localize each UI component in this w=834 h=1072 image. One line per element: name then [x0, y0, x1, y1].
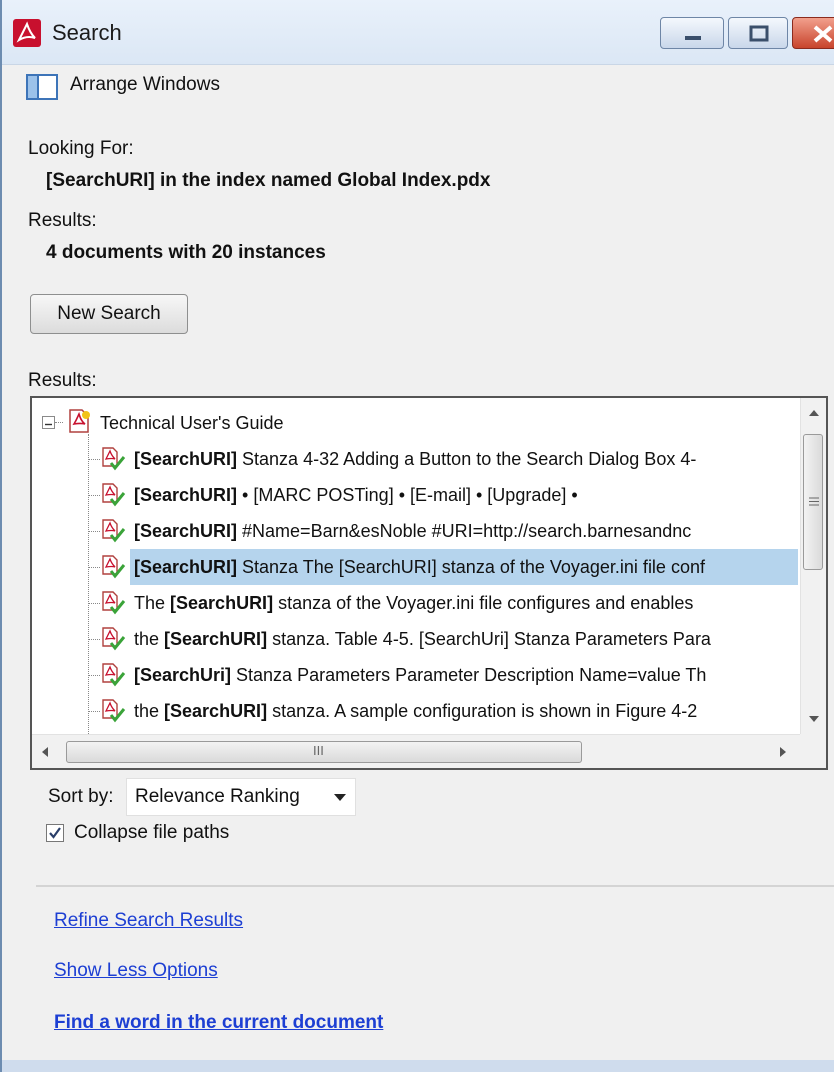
- search-hit-document-icon: [102, 555, 126, 579]
- arrange-windows-icon: [26, 74, 58, 100]
- search-hit-document-icon: [102, 663, 126, 687]
- tree-connector: [88, 434, 89, 738]
- result-match-text: [SearchURI]: [164, 629, 268, 649]
- result-context-text: stanza. Table 4-5. [SearchUri] Stanza Pa…: [267, 629, 711, 649]
- result-context-text: #Name=Barn&esNoble #URI=http://search.ba…: [237, 521, 692, 541]
- scroll-left-icon[interactable]: [40, 746, 50, 758]
- collapse-file-paths-label: Collapse file paths: [74, 822, 230, 843]
- sort-by-value: Relevance Ranking: [135, 786, 300, 807]
- search-hit-document-icon: [102, 483, 126, 507]
- refine-search-results-link[interactable]: Refine Search Results: [54, 910, 243, 932]
- window-bottom-edge: [2, 1060, 834, 1072]
- result-context-text: Stanza The [SearchURI] stanza of the Voy…: [237, 557, 705, 577]
- scroll-up-icon[interactable]: [808, 408, 820, 418]
- result-context-text: stanza. A sample configuration is shown …: [267, 701, 698, 721]
- result-prefix-text: the: [134, 701, 165, 721]
- search-hit-document-icon: [102, 447, 126, 471]
- result-match-text: [SearchURI]: [134, 521, 238, 541]
- sort-by-dropdown[interactable]: Relevance Ranking: [126, 778, 356, 816]
- result-match-text: [SearchURI]: [134, 449, 238, 469]
- checkmark-icon: [49, 827, 61, 839]
- pdf-document-icon: [69, 409, 90, 433]
- result-prefix-text: The: [134, 593, 171, 613]
- scroll-grip-icon: [809, 497, 819, 506]
- results-summary-label: Results:: [28, 210, 97, 231]
- looking-for-value: [SearchURI] in the index named Global In…: [46, 170, 491, 191]
- sort-by-label: Sort by:: [48, 786, 114, 807]
- find-word-in-document-link[interactable]: Find a word in the current document: [54, 1012, 383, 1034]
- horizontal-scrollbar[interactable]: III: [32, 734, 800, 768]
- scroll-right-icon[interactable]: [778, 746, 788, 758]
- result-match-text: [SearchURI]: [164, 701, 268, 721]
- looking-for-label: Looking For:: [28, 138, 134, 159]
- search-hit-document-icon: [102, 519, 126, 543]
- search-hit-document-icon: [102, 699, 126, 723]
- result-match-text: [SearchURI]: [134, 485, 238, 505]
- tree-result-item[interactable]: the [SearchURI] stanza. A sample configu…: [130, 693, 798, 729]
- horizontal-scroll-thumb[interactable]: III: [66, 741, 582, 763]
- results-label: Results:: [28, 370, 97, 391]
- result-context-text: Stanza Parameters Parameter Description …: [231, 665, 707, 685]
- results-summary-value: 4 documents with 20 instances: [46, 242, 326, 263]
- search-hit-document-icon: [102, 627, 126, 651]
- close-icon: [813, 25, 833, 43]
- minimize-icon: [685, 36, 701, 40]
- maximize-icon: [749, 25, 769, 42]
- result-context-text: stanza of the Voyager.ini file configure…: [273, 593, 694, 613]
- tree-result-item[interactable]: the [SearchURI] stanza. Table 4-5. [Sear…: [130, 621, 798, 657]
- result-match-text: [SearchURI]: [170, 593, 274, 613]
- arrange-windows-label: Arrange Windows: [70, 74, 220, 95]
- vertical-scrollbar[interactable]: [800, 398, 826, 734]
- tree-result-item[interactable]: [SearchURI] #Name=Barn&esNoble #URI=http…: [130, 513, 798, 549]
- result-prefix-text: the: [134, 629, 165, 649]
- title-bar: Search: [2, 0, 834, 65]
- scrollbar-corner: [800, 734, 826, 768]
- collapse-toggle-icon[interactable]: [42, 416, 55, 429]
- tree-result-item[interactable]: [SearchURI] Stanza 4-32 Adding a Button …: [130, 441, 798, 477]
- vertical-scroll-thumb[interactable]: [803, 434, 823, 570]
- tree-result-item[interactable]: [SearchUri] Stanza Parameters Parameter …: [130, 657, 798, 693]
- search-window: Search Arrange Windows Looking For: [Sea…: [0, 0, 834, 1072]
- result-context-text: Stanza 4-32 Adding a Button to the Searc…: [237, 449, 697, 469]
- chevron-down-icon: [334, 794, 346, 801]
- results-tree[interactable]: Technical User's Guide [SearchURI] Stanz…: [30, 396, 828, 770]
- tree-result-item[interactable]: The [SearchURI] stanza of the Voyager.in…: [130, 585, 798, 621]
- scroll-grip: III: [313, 743, 324, 758]
- tree-root-document[interactable]: Technical User's Guide: [100, 405, 284, 441]
- new-search-button[interactable]: New Search: [30, 294, 188, 334]
- acrobat-icon: [13, 19, 41, 47]
- result-match-text: [SearchUri]: [134, 665, 232, 685]
- result-context-text: • [MARC POSTing] • [E-mail] • [Upgrade] …: [237, 485, 578, 505]
- divider: [36, 885, 834, 887]
- window-title: Search: [52, 20, 122, 45]
- maximize-button[interactable]: [728, 17, 788, 49]
- search-hit-document-icon: [102, 591, 126, 615]
- scroll-down-icon[interactable]: [808, 714, 820, 724]
- collapse-file-paths-checkbox[interactable]: [46, 824, 64, 842]
- show-less-options-link[interactable]: Show Less Options: [54, 960, 218, 982]
- tree-result-item[interactable]: [SearchURI] Stanza The [SearchURI] stanz…: [130, 549, 798, 585]
- result-match-text: [SearchURI]: [134, 557, 238, 577]
- tree-result-item[interactable]: [SearchURI] • [MARC POSTing] • [E-mail] …: [130, 477, 798, 513]
- close-button[interactable]: [792, 17, 834, 49]
- minimize-button[interactable]: [660, 17, 724, 49]
